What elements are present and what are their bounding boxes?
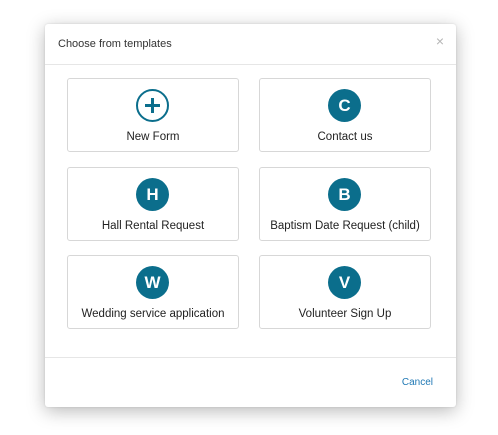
template-initial-badge: H <box>136 178 169 211</box>
template-initial-badge: B <box>328 178 361 211</box>
dialog-footer: Cancel <box>45 357 456 407</box>
template-card-baptism-date-request[interactable]: B Baptism Date Request (child) <box>259 167 431 241</box>
template-initial-badge: W <box>136 266 169 299</box>
template-chooser-dialog: Choose from templates × New Form C Conta… <box>45 24 456 407</box>
template-card-volunteer-sign-up[interactable]: V Volunteer Sign Up <box>259 255 431 329</box>
template-card-contact-us[interactable]: C Contact us <box>259 78 431 152</box>
template-label: Wedding service application <box>81 308 225 320</box>
cancel-button[interactable]: Cancel <box>402 377 433 388</box>
template-label: Volunteer Sign Up <box>298 308 392 320</box>
plus-icon <box>136 89 169 122</box>
template-label: Baptism Date Request (child) <box>270 220 420 232</box>
template-label: Contact us <box>317 131 373 143</box>
template-label: Hall Rental Request <box>101 220 205 232</box>
template-card-new-form[interactable]: New Form <box>67 78 239 152</box>
template-card-wedding-service-application[interactable]: W Wedding service application <box>67 255 239 329</box>
template-label: New Form <box>126 131 180 143</box>
dialog-title: Choose from templates <box>58 38 172 50</box>
template-card-hall-rental-request[interactable]: H Hall Rental Request <box>67 167 239 241</box>
close-icon[interactable]: × <box>436 34 444 48</box>
template-initial-badge: C <box>328 89 361 122</box>
dialog-header: Choose from templates × <box>45 24 456 65</box>
template-initial-badge: V <box>328 266 361 299</box>
